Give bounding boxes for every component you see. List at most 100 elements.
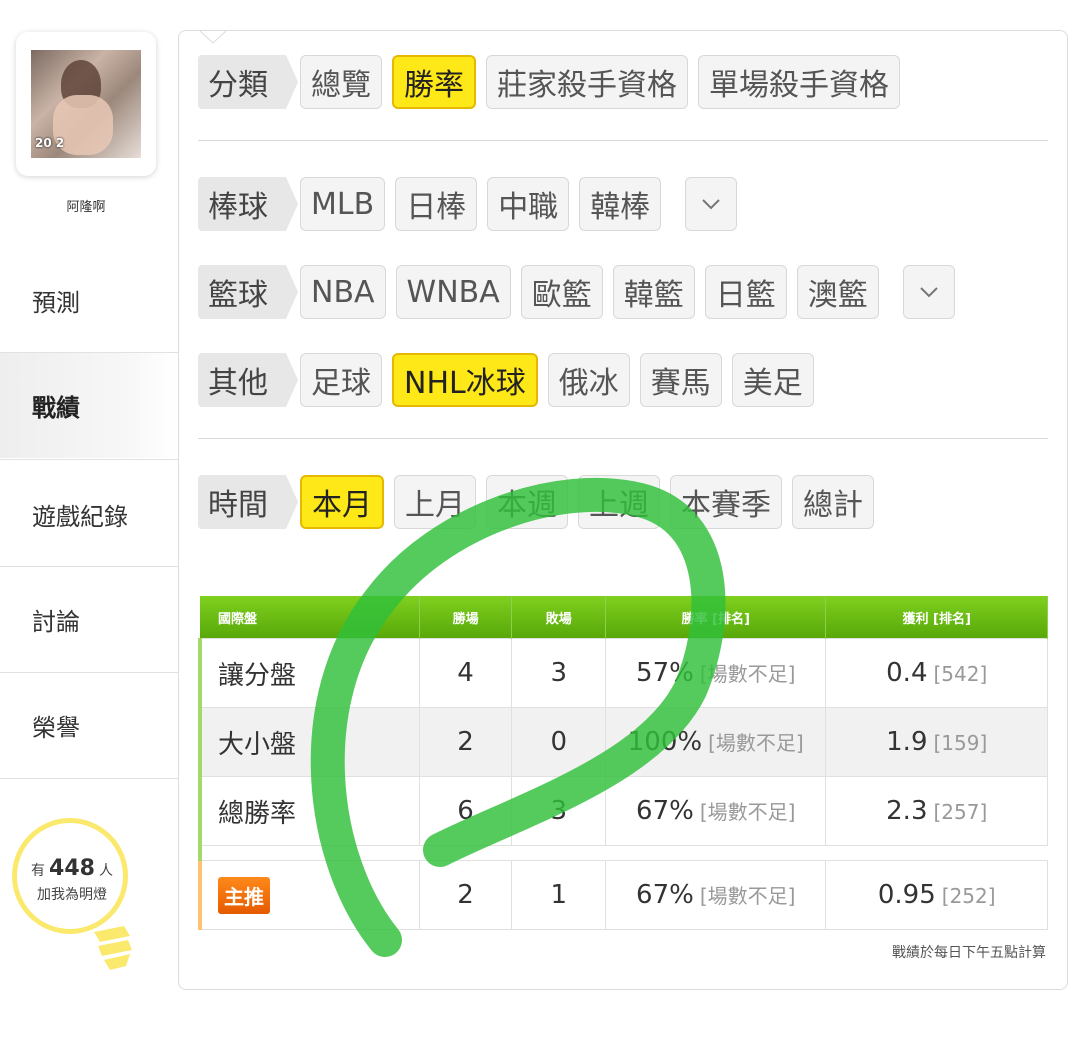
profit-rank: [257] [933,800,988,824]
nav-divider [0,778,178,779]
chevron-down-icon [702,199,720,210]
header-wins: 勝場 [419,596,513,639]
chip-japan-basketball[interactable]: 日籃 [704,265,787,319]
profit-cell: 2.3 [257] [825,776,1048,846]
chip-this-month[interactable]: 本月 [300,475,384,529]
stats-table: 國際盤 勝場 敗場 勝率 [排名] 獲利 [排名] 讓分盤 4 3 57% [場數… [197,596,1048,930]
profit: 2.3 [886,796,928,826]
baseball-more-button[interactable] [685,177,738,231]
market-type: 讓分盤 [197,638,420,708]
chip-last-month[interactable]: 上月 [394,475,476,529]
losses: 3 [511,638,607,708]
tab-single-killer[interactable]: 單場殺手資格 [698,55,900,109]
main-pick-row: 主推 2 1 67% [場數不足] 0.95 [252] [197,860,1048,930]
win-rate-cell: 100% [場數不足] [605,707,827,777]
profit: 1.9 [886,727,928,757]
main-pick-label-cell: 主推 [197,860,420,930]
chevron-down-icon [920,287,938,298]
avatar[interactable]: 20 2 [31,50,141,158]
chip-nhl[interactable]: NHL冰球 [392,353,538,407]
win-rate-rank: [場數不足] [699,884,796,908]
chip-korea-basketball[interactable]: 韓籃 [612,265,695,319]
win-rate-rank: [場數不足] [708,731,804,755]
win-rate: 57% [636,658,694,688]
nav-item-honor[interactable]: 榮譽 [0,673,178,778]
panel-notch [199,31,227,44]
win-rate-rank: [場數不足] [699,800,796,824]
wins: 2 [418,860,513,930]
table-row: 讓分盤 4 3 57% [場數不足] 0.4 [542] [197,638,1048,708]
fans-count-line: 有 448 人 [31,856,113,881]
basketball-more-button[interactable] [902,265,955,319]
main-pick-badge: 主推 [218,876,270,914]
filter-row-time: 時間 本月 上月 本週 上週 本賽季 總計 [198,474,884,530]
filter-label-time: 時間 [198,475,298,529]
fans-caption: 加我為明燈 [37,887,107,903]
chip-wnba[interactable]: WNBA [395,265,511,319]
filter-row-other: 其他 足球 NHL冰球 俄冰 賽馬 美足 [198,352,824,408]
chip-last-week[interactable]: 上週 [578,475,660,529]
chip-total[interactable]: 總計 [792,475,874,529]
divider [198,140,1048,141]
profit: 0.95 [877,880,936,910]
chip-cpbl[interactable]: 中職 [487,177,570,231]
chip-horse-racing[interactable]: 賽馬 [639,353,722,407]
chip-this-week[interactable]: 本週 [486,475,568,529]
nav-item-predict[interactable]: 預測 [0,248,178,353]
chip-npb[interactable]: 日棒 [395,177,478,231]
tab-overview[interactable]: 總覽 [300,55,382,109]
filter-label-category: 分類 [198,55,298,109]
wins: 4 [418,638,513,708]
win-rate: 67% [636,880,694,910]
chip-this-season[interactable]: 本賽季 [670,475,782,529]
filter-row-baseball: 棒球 MLB 日棒 中職 韓棒 [198,176,747,232]
tab-win-rate[interactable]: 勝率 [392,55,476,109]
sidebar: 20 2 阿隆啊 預測 戰績 遊戲紀錄 討論 榮譽 有 448 人 加我為明燈 [0,0,178,1044]
lightbulb-base-icon [94,926,132,970]
table-spacer [198,845,1048,861]
chip-soccer[interactable]: 足球 [300,353,382,407]
win-rate-cell: 67% [場數不足] [605,860,827,930]
fans-count: 448 [49,856,95,881]
losses: 1 [511,860,607,930]
nav-item-discussion[interactable]: 討論 [0,567,178,672]
filter-label-baseball: 棒球 [198,177,298,231]
header-win-rate: 勝率 [排名] [605,596,827,639]
chip-american-football[interactable]: 美足 [731,353,814,407]
divider [198,438,1048,439]
tab-banker-killer[interactable]: 莊家殺手資格 [486,55,688,109]
username[interactable]: 阿隆啊 [0,196,172,215]
profit-rank: [159] [933,731,988,755]
chip-australia-basketball[interactable]: 澳籃 [796,265,879,319]
win-rate: 67% [636,796,694,826]
profit-rank: [542] [933,662,988,686]
chip-euro-basketball[interactable]: 歐籃 [520,265,603,319]
chip-khl[interactable]: 俄冰 [547,353,630,407]
chip-nba[interactable]: NBA [300,265,386,319]
chip-kbo[interactable]: 韓棒 [579,177,662,231]
losses: 3 [511,776,607,846]
header-losses: 敗場 [511,596,607,639]
wins: 6 [418,776,513,846]
win-rate-cell: 57% [場數不足] [605,638,827,708]
filter-label-basketball: 籃球 [198,265,298,319]
filter-label-other: 其他 [198,353,298,407]
profit-cell: 1.9 [159] [825,707,1048,777]
losses: 0 [511,707,607,777]
profit: 0.4 [886,658,928,688]
header-market: 國際盤 [200,596,420,639]
fans-lightbulb[interactable]: 有 448 人 加我為明燈 [10,818,160,970]
win-rate-rank: [場數不足] [699,662,796,686]
market-type: 總勝率 [197,776,420,846]
avatar-badge: 20 2 [35,136,65,150]
market-type: 大小盤 [197,707,420,777]
chip-mlb[interactable]: MLB [300,177,386,231]
wins: 2 [418,707,513,777]
header-profit: 獲利 [排名] [825,596,1048,639]
profit-rank: [252] [941,884,996,908]
nav-item-record[interactable]: 戰績 [0,353,178,458]
filter-row-category: 分類 總覽 勝率 莊家殺手資格 單場殺手資格 [198,54,910,110]
nav-divider [0,459,178,460]
nav-item-game-log[interactable]: 遊戲紀錄 [0,462,178,567]
avatar-card[interactable]: 20 2 [16,32,156,176]
